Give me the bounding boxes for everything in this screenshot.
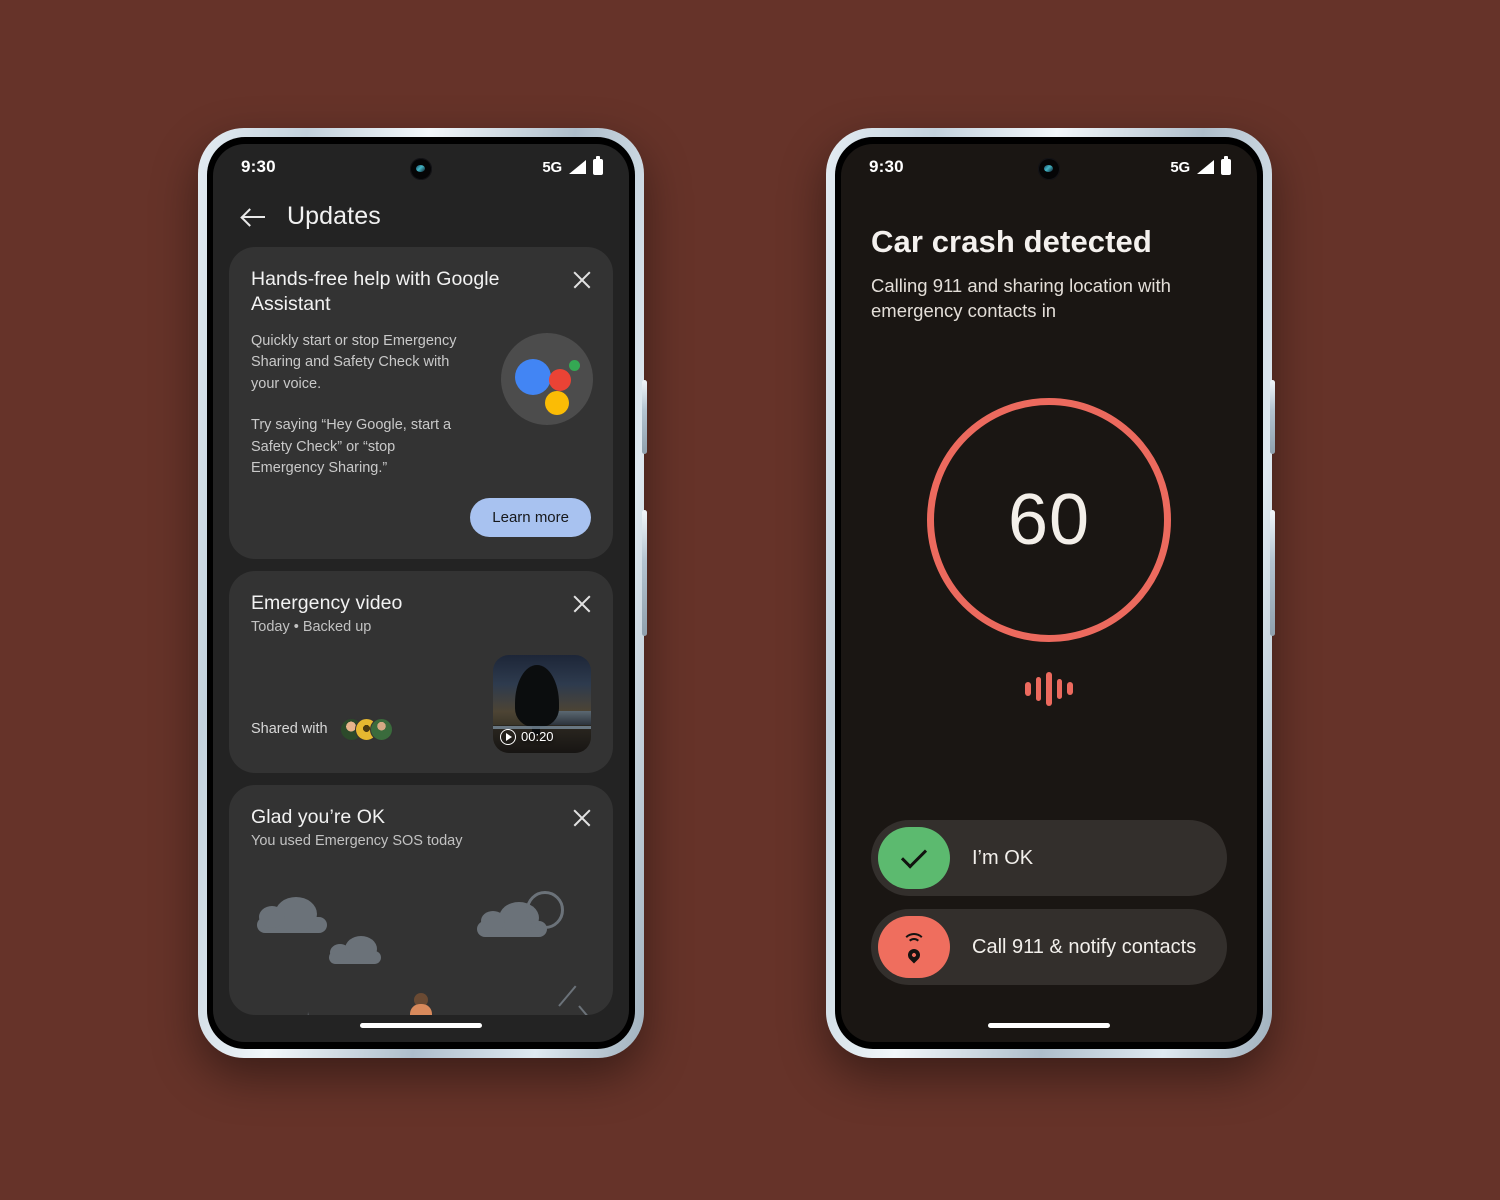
card-subtitle: Today • Backed up <box>251 618 372 635</box>
waveform-bar <box>1025 681 1031 696</box>
home-indicator[interactable] <box>988 1023 1110 1028</box>
shared-with-label: Shared with <box>251 721 328 738</box>
back-arrow-icon[interactable] <box>241 204 267 230</box>
card-header: Emergency video <box>229 571 613 616</box>
audio-waveform-icon <box>1025 671 1073 706</box>
crash-subtitle: Calling 911 and sharing location with em… <box>871 275 1171 321</box>
phone-bezel-right: 9:30 5G Car crash detected Calling 911 a… <box>835 137 1263 1049</box>
waveform-bar <box>1046 671 1052 706</box>
video-thumbnail[interactable]: 00:20 <box>493 654 591 753</box>
card-header: Hands-free help with Google Assistant <box>229 247 613 317</box>
waveform-bar <box>1056 678 1063 699</box>
status-time: 9:30 <box>869 157 904 176</box>
assistant-paragraph-1: Quickly start or stop Emergency Sharing … <box>251 332 457 392</box>
emergency-beacon-icon <box>878 916 950 978</box>
check-glyph <box>900 842 928 869</box>
network-label: 5G <box>1170 158 1190 176</box>
countdown-zone: 60 <box>871 324 1227 820</box>
action-buttons: I’m OK Call 911 & notify contacts <box>871 820 1227 1042</box>
card-subtitle: You used Emergency SOS today <box>251 832 463 849</box>
waveform-bar <box>1067 682 1073 696</box>
google-assistant-icon <box>501 332 593 425</box>
clouds-sun-mountains-person-illustration <box>229 869 613 1015</box>
assistant-paragraph-2: Try saying “Hey Google, start a Safety C… <box>251 417 452 477</box>
screen-right: 9:30 5G Car crash detected Calling 911 a… <box>841 144 1257 1042</box>
check-icon <box>878 827 950 889</box>
thumbnail-tree <box>515 664 559 735</box>
card-actions: Learn more <box>229 480 613 559</box>
sun-icon <box>526 890 564 929</box>
signal-bars-icon <box>1197 160 1214 174</box>
countdown-value: 60 <box>1007 479 1091 560</box>
card-assistant[interactable]: Hands-free help with Google Assistant Qu… <box>229 247 613 559</box>
front-camera-icon <box>1038 158 1060 180</box>
phone-device-left: 9:30 5G Updates Hands-free help with Goo… <box>198 128 647 1058</box>
card-emergency-video[interactable]: Emergency video Today • Backed up Shared… <box>229 570 613 773</box>
assistant-copy: Quickly start or stop Emergency Sharing … <box>251 331 501 480</box>
updates-card-list[interactable]: Hands-free help with Google Assistant Qu… <box>213 247 629 1042</box>
beacon-glyph <box>899 932 929 964</box>
card-title: Hands-free help with Google Assistant <box>251 268 500 315</box>
im-ok-button[interactable]: I’m OK <box>871 820 1227 896</box>
page-title: Updates <box>287 202 381 230</box>
status-indicators: 5G <box>542 156 603 176</box>
front-camera-icon <box>410 158 432 180</box>
learn-more-button[interactable]: Learn more <box>470 497 591 537</box>
battery-full-icon <box>1221 156 1231 175</box>
video-duration-badge: 00:20 <box>500 728 554 745</box>
assistant-dot-blue <box>515 358 551 395</box>
screen-left: 9:30 5G Updates Hands-free help with Goo… <box>213 144 629 1042</box>
close-icon[interactable] <box>571 269 593 291</box>
network-label: 5G <box>542 158 562 176</box>
phone-bezel-left: 9:30 5G Updates Hands-free help with Goo… <box>207 137 635 1049</box>
card-title: Glad you’re OK <box>251 805 386 828</box>
home-indicator[interactable] <box>360 1023 482 1028</box>
shared-with-row: Shared with <box>251 717 393 753</box>
assistant-dot-green <box>569 359 580 371</box>
waveform-bar <box>1035 676 1042 701</box>
avatar <box>369 717 393 741</box>
im-ok-label: I’m OK <box>972 846 1034 869</box>
close-icon[interactable] <box>571 807 593 829</box>
person-illustration <box>408 992 434 1015</box>
card-title: Emergency video <box>251 591 403 614</box>
volume-button[interactable] <box>1270 510 1275 636</box>
call-911-label: Call 911 & notify contacts <box>972 935 1197 958</box>
crash-title: Car crash detected <box>871 224 1152 259</box>
tent-shape <box>235 976 313 1015</box>
card-body: Shared with 00:20 <box>229 635 613 773</box>
status-indicators: 5G <box>1170 156 1231 176</box>
power-button[interactable] <box>642 380 647 454</box>
phone-device-right: 9:30 5G Car crash detected Calling 911 a… <box>826 128 1275 1058</box>
video-duration: 00:20 <box>521 729 554 745</box>
call-911-button[interactable]: Call 911 & notify contacts <box>871 909 1227 985</box>
signal-bars-icon <box>569 160 586 174</box>
power-button[interactable] <box>1270 380 1275 454</box>
assistant-dot-yellow <box>545 390 569 415</box>
person-body <box>410 1003 432 1015</box>
mountain-peak-icon <box>559 991 599 1015</box>
cloud-icon <box>329 935 381 964</box>
card-body: Quickly start or stop Emergency Sharing … <box>229 317 613 480</box>
card-header: Glad you’re OK <box>229 785 613 830</box>
battery-full-icon <box>593 156 603 175</box>
avatar-group[interactable] <box>339 717 393 741</box>
countdown-ring: 60 <box>927 397 1171 642</box>
cloud-icon <box>257 896 327 933</box>
card-glad-youre-ok[interactable]: Glad you’re OK You used Emergency SOS to… <box>229 784 613 1015</box>
volume-button[interactable] <box>642 510 647 636</box>
status-time: 9:30 <box>241 157 276 176</box>
car-crash-screen: Car crash detected Calling 911 and shari… <box>841 190 1257 1042</box>
assistant-dot-red <box>549 368 571 391</box>
app-top-bar: Updates <box>213 190 629 247</box>
play-circle-icon[interactable] <box>500 728 516 745</box>
close-icon[interactable] <box>571 593 593 615</box>
